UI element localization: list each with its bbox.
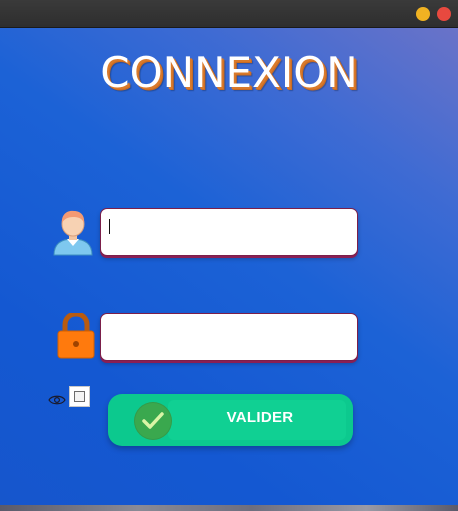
text-caret — [109, 219, 110, 234]
user-icon — [51, 208, 95, 256]
login-window: CONNEXION VALIDER — [0, 0, 458, 511]
minimize-button[interactable] — [416, 7, 430, 21]
eye-icon — [48, 391, 66, 405]
close-button[interactable] — [437, 7, 451, 21]
background-image-strip — [0, 505, 458, 511]
check-icon — [134, 402, 172, 440]
validate-button-label: VALIDER — [226, 409, 294, 426]
username-input[interactable] — [100, 208, 358, 256]
title-bar[interactable] — [0, 0, 458, 28]
validate-button[interactable]: VALIDER — [108, 394, 353, 446]
page-title: CONNEXION — [100, 48, 358, 97]
lock-icon — [56, 311, 96, 359]
checkbox-box — [74, 391, 85, 402]
password-input[interactable] — [100, 313, 358, 361]
show-password-checkbox[interactable] — [69, 386, 90, 407]
